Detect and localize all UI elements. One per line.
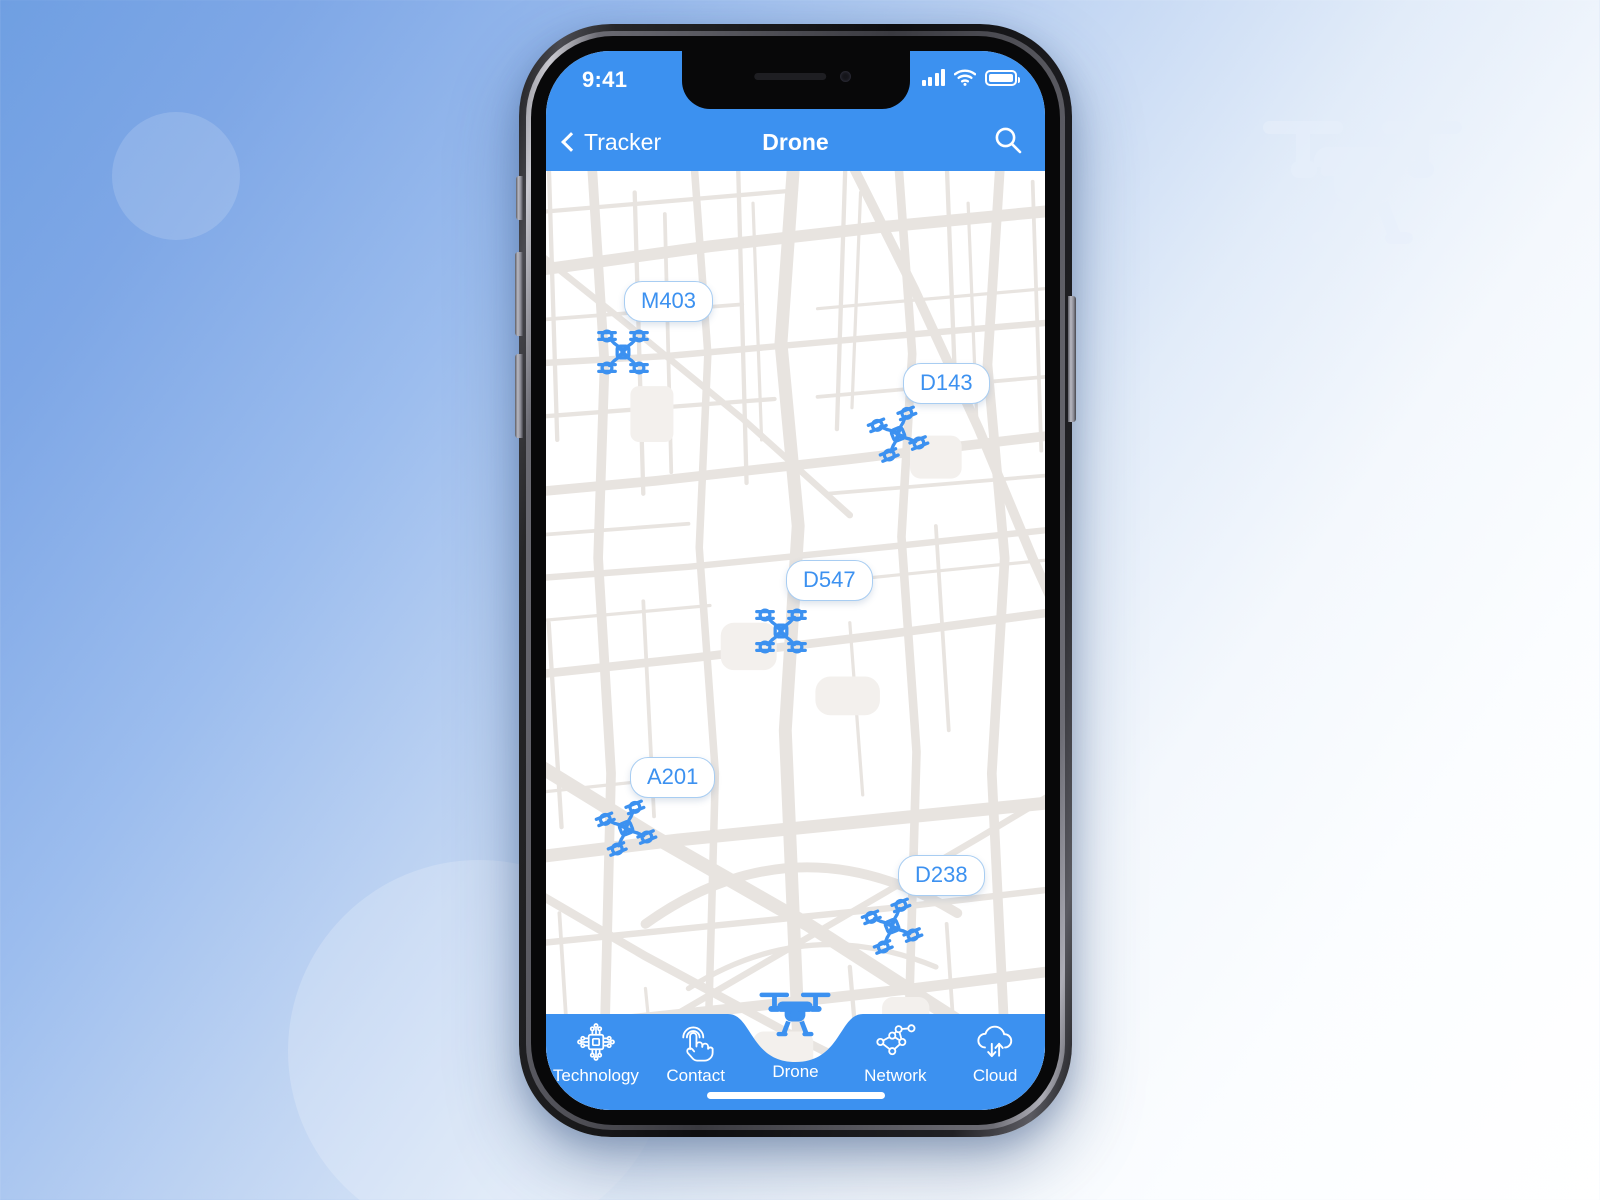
tap-finger-icon (677, 1022, 715, 1062)
page-title: Drone (762, 128, 829, 155)
search-button[interactable] (993, 125, 1023, 160)
drone-side-view-icon (758, 986, 832, 1039)
bottom-tab-bar: Technology Contact Drone Network Cloud (546, 992, 1045, 1110)
front-camera (839, 71, 851, 82)
map-canvas[interactable]: M403 D143 D547 A201 D238 (546, 171, 1045, 1110)
phone-device: M403 D143 D547 A201 D238 9:41 Tracker Dr… (515, 24, 1076, 1137)
status-time: 9:41 (582, 67, 628, 92)
battery-full-icon (985, 69, 1020, 86)
tab-label: Network (864, 1066, 927, 1085)
tab-network[interactable]: Network (845, 1022, 945, 1086)
network-nodes-icon (874, 1022, 916, 1062)
tab-cloud[interactable]: Cloud (945, 1022, 1045, 1086)
home-indicator[interactable] (706, 1092, 885, 1099)
volume-down-button[interactable] (515, 354, 523, 438)
phone-notch (681, 51, 910, 109)
cloud-sync-icon (974, 1022, 1016, 1062)
tab-technology[interactable]: Technology (546, 1022, 646, 1086)
tab-items-list: Technology Contact Drone Network Cloud (546, 992, 1045, 1086)
drone-silhouette-icon (1255, 105, 1470, 245)
marker-label-d547[interactable]: D547 (786, 560, 873, 601)
tab-drone[interactable]: Drone (746, 992, 846, 1086)
navigation-bar: Tracker Drone (546, 113, 1045, 171)
tab-label: Drone (772, 1062, 819, 1081)
search-icon (995, 127, 1022, 153)
phone-screen: M403 D143 D547 A201 D238 9:41 Tracker Dr… (546, 51, 1045, 1110)
earpiece-speaker (753, 73, 826, 80)
cellular-signal-icon (921, 69, 945, 86)
tab-label: Contact (666, 1066, 725, 1085)
power-button[interactable] (1068, 296, 1076, 422)
silent-switch-button[interactable] (516, 176, 523, 220)
decorative-circle-top (112, 112, 240, 240)
marker-label-m403[interactable]: M403 (624, 281, 714, 322)
tab-label: Cloud (972, 1066, 1018, 1085)
tab-label: Technology (552, 1066, 639, 1085)
status-icons (921, 69, 1020, 86)
volume-up-button[interactable] (515, 252, 523, 336)
drone-top-view-icon[interactable] (750, 600, 812, 667)
wifi-icon (954, 69, 976, 86)
drone-top-view-icon[interactable] (592, 321, 654, 388)
tab-contact[interactable]: Contact (646, 1022, 746, 1086)
microchip-icon (576, 1022, 616, 1062)
